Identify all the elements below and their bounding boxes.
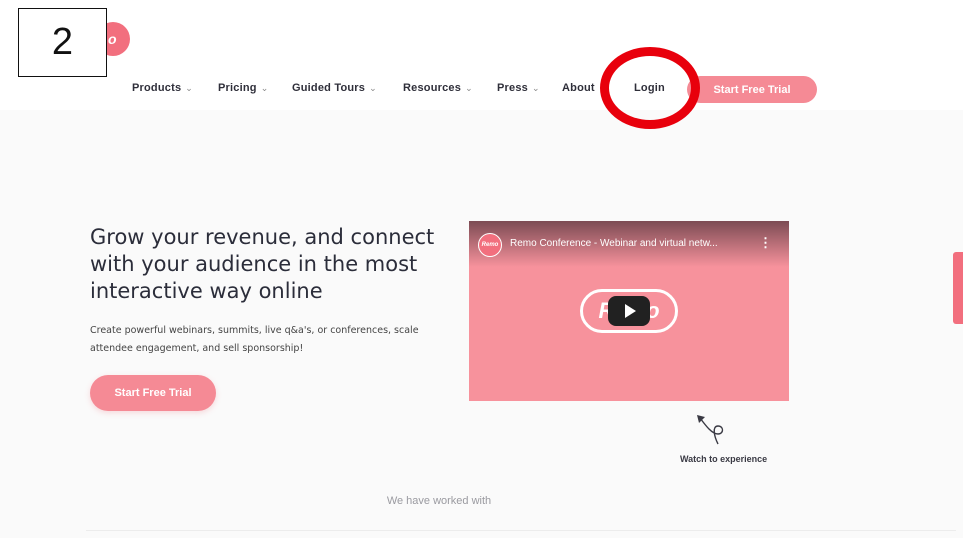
play-icon[interactable] bbox=[608, 296, 650, 326]
more-options-icon[interactable]: ⋮ bbox=[759, 235, 772, 251]
nav-resources-label: Resources bbox=[403, 82, 462, 94]
video-player[interactable]: Remo Remo Conference - Webinar and virtu… bbox=[469, 221, 789, 401]
nav-products[interactable]: Products ⌄ bbox=[132, 82, 193, 94]
watch-label: Watch to experience bbox=[680, 454, 768, 464]
worked-with-heading: We have worked with bbox=[386, 495, 492, 507]
nav-login[interactable]: Login bbox=[634, 82, 665, 94]
hero-subtitle: Create powerful webinars, summits, live … bbox=[90, 325, 419, 354]
chevron-down-icon: ⌄ bbox=[531, 83, 540, 93]
nav-press[interactable]: Press ⌄ bbox=[497, 82, 540, 94]
header-start-trial-button[interactable]: Start Free Trial bbox=[687, 76, 817, 103]
video-title[interactable]: Remo Conference - Webinar and virtual ne… bbox=[510, 238, 750, 249]
logo-text: o bbox=[108, 31, 117, 47]
chevron-down-icon: ⌄ bbox=[465, 83, 473, 93]
nav-about[interactable]: About bbox=[562, 82, 595, 94]
nav-pricing[interactable]: Pricing ⌄ bbox=[218, 82, 268, 94]
nav-about-label: About bbox=[562, 82, 595, 94]
step-number-marker: 2 bbox=[18, 8, 107, 77]
divider bbox=[86, 530, 956, 531]
nav-pricing-label: Pricing bbox=[218, 82, 257, 94]
channel-avatar[interactable]: Remo bbox=[478, 233, 502, 257]
nav-press-label: Press bbox=[497, 82, 528, 94]
arrow-doodle-icon bbox=[697, 415, 724, 445]
nav-guided-tours-label: Guided Tours bbox=[292, 82, 366, 94]
chevron-down-icon: ⌄ bbox=[369, 83, 377, 93]
nav-login-label: Login bbox=[634, 82, 665, 94]
nav-products-label: Products bbox=[132, 82, 182, 94]
hero-title: Grow your revenue, and connect with your… bbox=[90, 225, 435, 303]
chevron-down-icon: ⌄ bbox=[260, 83, 269, 93]
nav-guided-tours[interactable]: Guided Tours ⌄ bbox=[292, 82, 377, 94]
step-number: 2 bbox=[51, 21, 74, 63]
side-feedback-tab[interactable] bbox=[953, 252, 963, 324]
nav-resources[interactable]: Resources ⌄ bbox=[403, 82, 473, 94]
chevron-down-icon: ⌄ bbox=[185, 83, 194, 93]
hero-start-trial-button[interactable]: Start Free Trial bbox=[90, 375, 216, 411]
